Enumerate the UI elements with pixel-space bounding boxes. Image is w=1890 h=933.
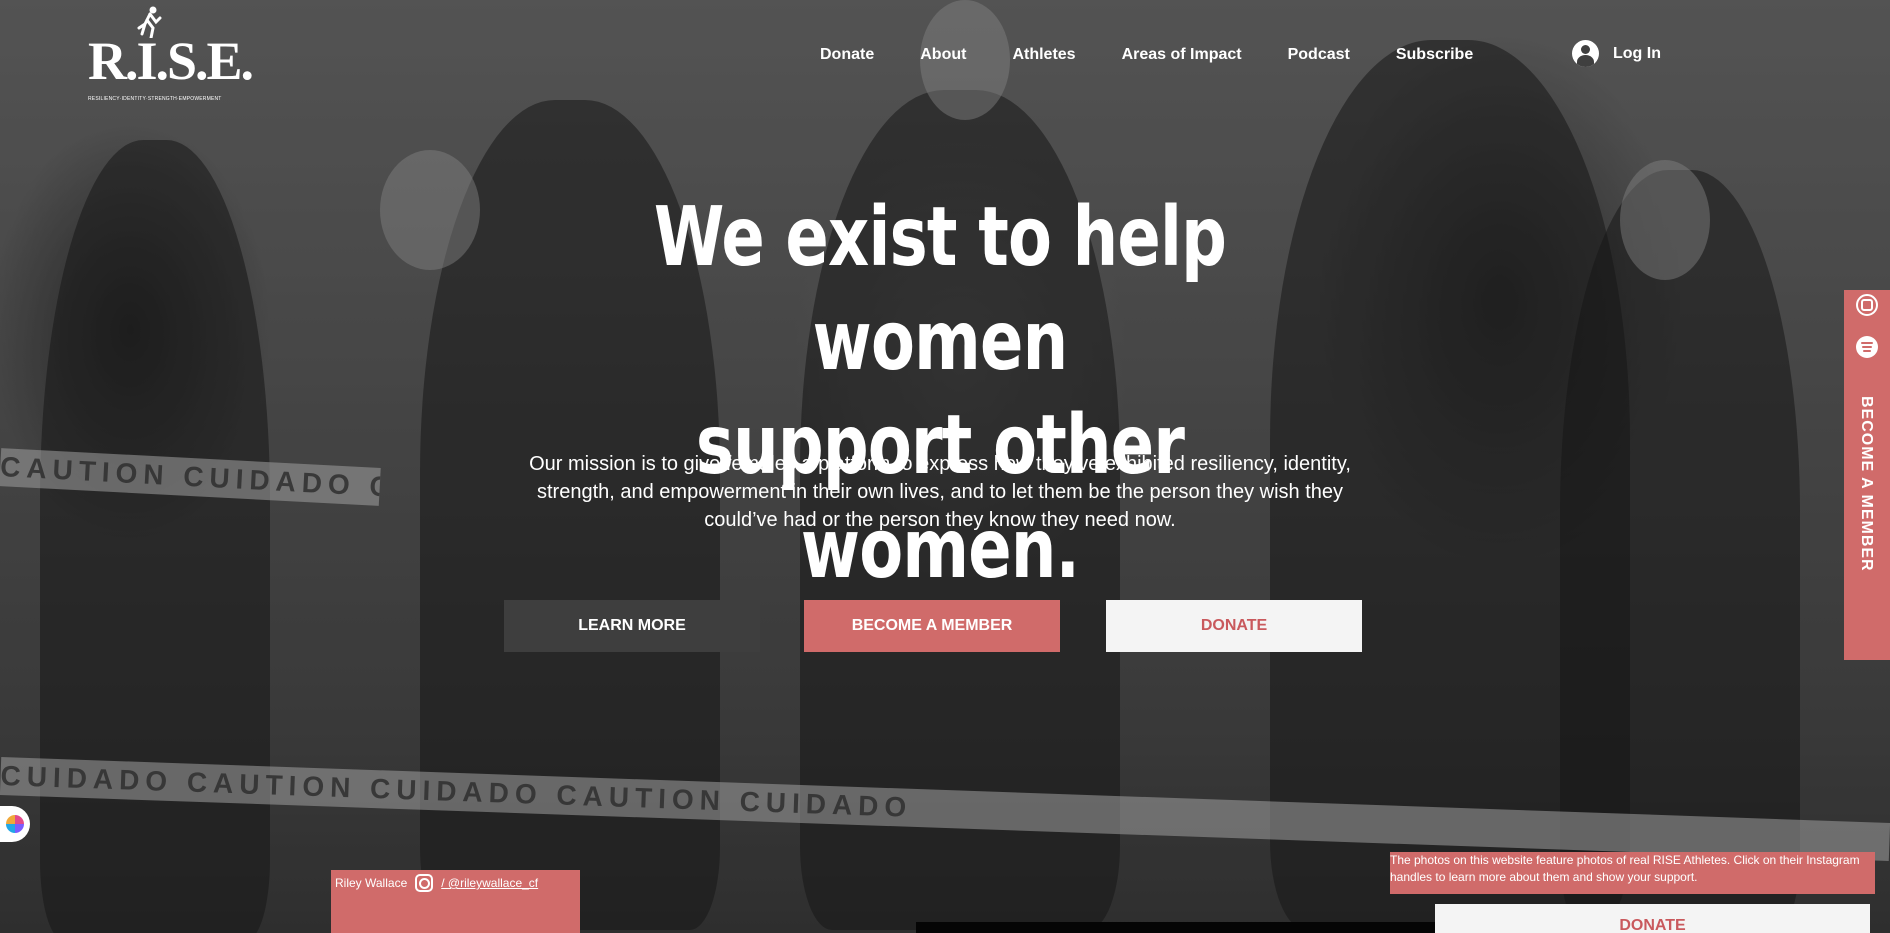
nav-about[interactable]: About <box>920 46 966 64</box>
rise-logo[interactable]: R.I.S.E. RESILIENCY·IDENTITY·STRENGTH·EM… <box>86 6 254 106</box>
nav-podcast[interactable]: Podcast <box>1288 46 1350 64</box>
photo-credit-card: Riley Wallace / @rileywallace_cf <box>331 870 580 933</box>
nav-donate[interactable]: Donate <box>820 46 874 64</box>
spotify-icon[interactable] <box>1856 336 1878 358</box>
login-label: Log In <box>1613 44 1661 62</box>
bottom-donate-button[interactable]: DONATE <box>1435 904 1870 933</box>
photo-notice: The photos on this website feature photo… <box>1390 852 1875 894</box>
learn-more-button[interactable]: LEARN MORE <box>504 600 760 652</box>
instagram-icon[interactable] <box>1856 294 1878 316</box>
athlete-instagram-link[interactable]: / @rileywallace_cf <box>441 876 538 890</box>
logo-wordmark: R.I.S.E. <box>88 31 254 91</box>
user-icon <box>1572 40 1599 67</box>
hero-headline: We exist to help women support other wom… <box>550 186 1330 602</box>
login-button[interactable]: Log In <box>1572 40 1661 67</box>
mission-statement: Our mission is to give females a platfor… <box>529 453 1351 531</box>
side-tab-label: BECOME A MEMBER <box>1858 396 1875 572</box>
nav-subscribe[interactable]: Subscribe <box>1396 46 1473 64</box>
donate-button[interactable]: DONATE <box>1106 600 1362 652</box>
nav-areas-of-impact[interactable]: Areas of Impact <box>1122 46 1242 64</box>
photo-notice-text: The photos on this website feature photo… <box>1390 853 1860 884</box>
become-member-side-tab[interactable]: BECOME A MEMBER <box>1844 290 1890 660</box>
hero-headline-line1: We exist to help women <box>653 190 1227 389</box>
logo-subtitle: RESILIENCY·IDENTITY·STRENGTH·EMPOWERMENT <box>88 96 222 102</box>
bottom-strip <box>916 922 1436 933</box>
main-nav: Donate About Athletes Areas of Impact Po… <box>820 46 1473 64</box>
become-member-button[interactable]: BECOME A MEMBER <box>804 600 1060 652</box>
nav-athletes[interactable]: Athletes <box>1012 46 1075 64</box>
athlete-name: Riley Wallace <box>335 876 408 890</box>
instagram-icon <box>415 874 434 892</box>
